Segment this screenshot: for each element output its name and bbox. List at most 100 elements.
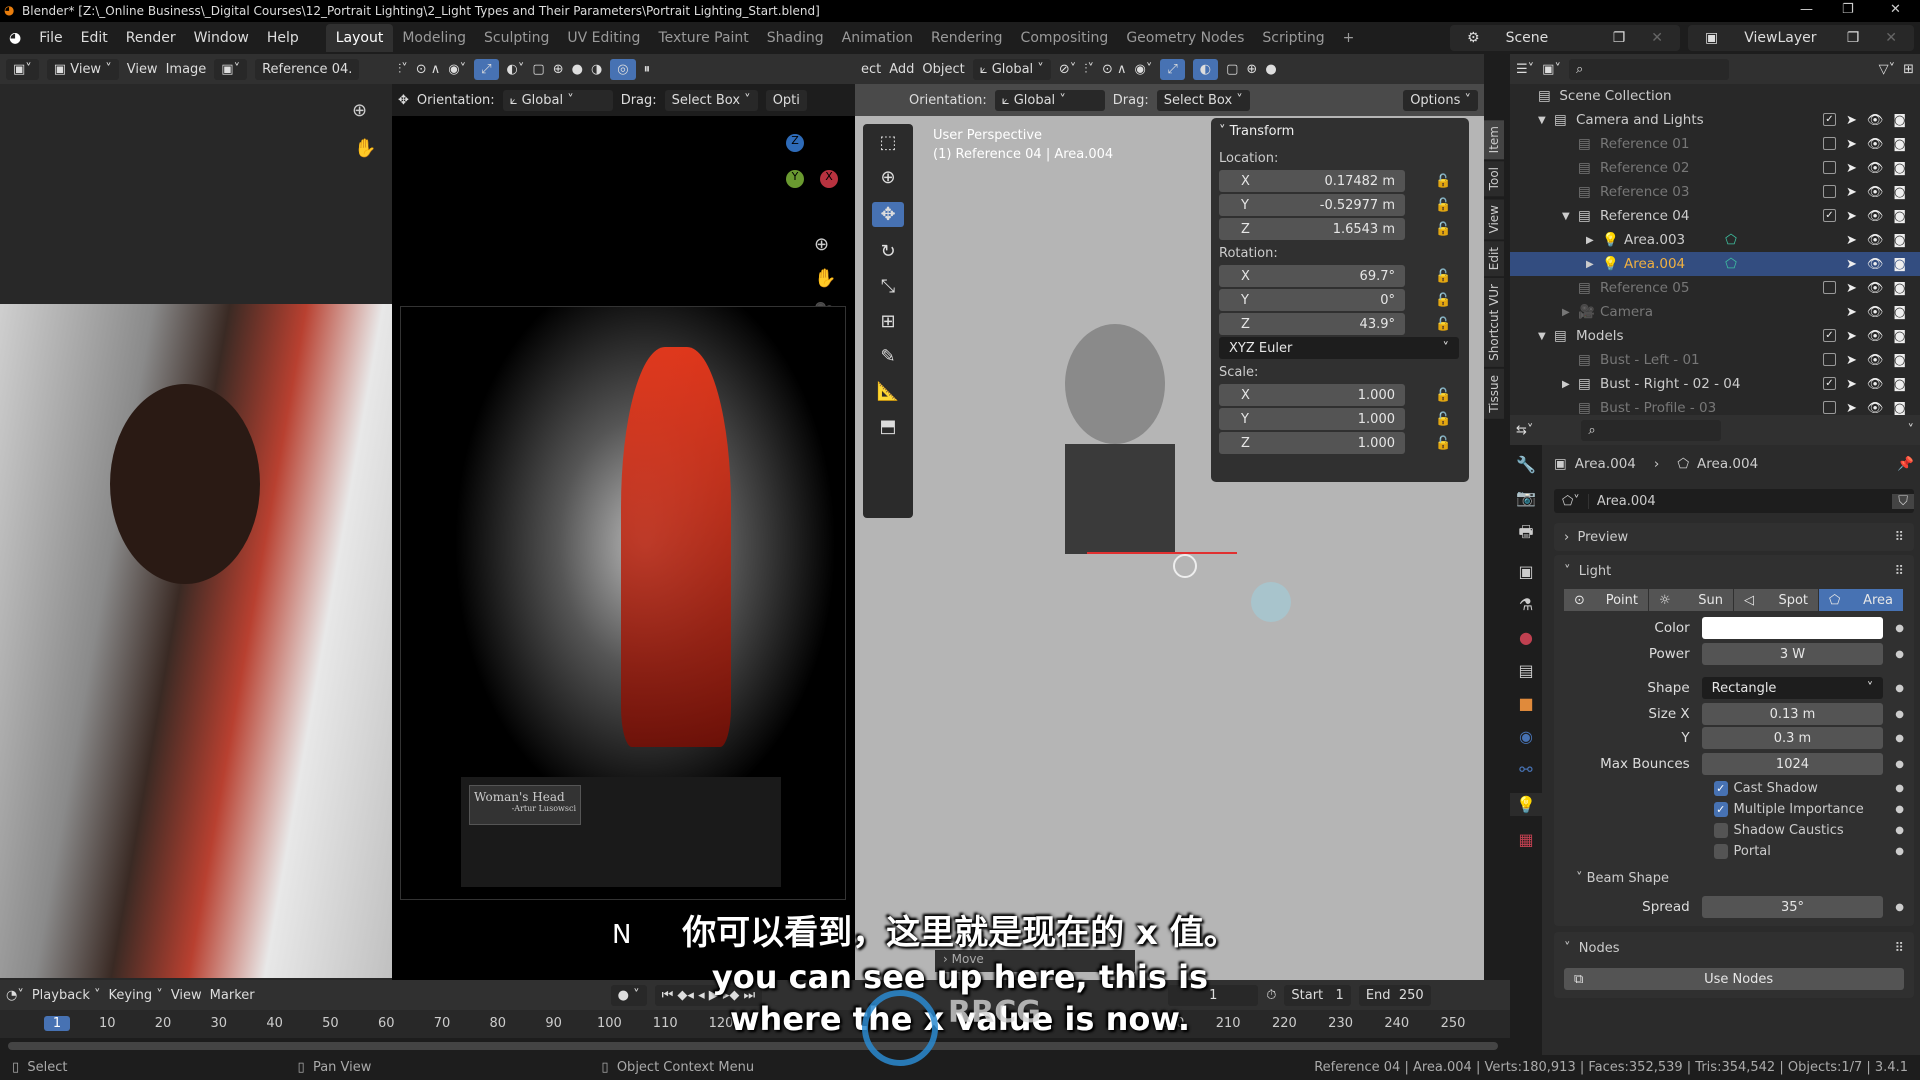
outliner-item[interactable]: ▼ ▤ Reference 04 ✓ ➤ 👁 ◙ — [1510, 204, 1920, 228]
checkbox-row[interactable]: ✓ Cast Shadow ● — [1564, 781, 1904, 796]
light-origin[interactable] — [1173, 554, 1197, 578]
rotation-mode-dropdown[interactable]: XYZ Euler ˅ — [1219, 337, 1459, 359]
image-browse-button[interactable]: ▣˅ — [214, 58, 248, 80]
options-dropdown-icon[interactable]: ˅ — [1908, 423, 1915, 438]
nodes-panel-header[interactable]: ˅ Nodes ⠿ — [1564, 936, 1904, 960]
lock-icon[interactable]: 🔓 — [1435, 222, 1451, 237]
output-tab-icon[interactable]: 🖶 — [1518, 521, 1533, 548]
render-camera-icon[interactable]: ◙ — [1893, 113, 1906, 128]
menu-marker[interactable]: Marker — [210, 988, 255, 1003]
menu-playback[interactable]: Playback ˅ — [32, 988, 101, 1003]
checkbox-row[interactable]: Portal ● — [1564, 844, 1904, 859]
selectable-icon[interactable]: ➤ — [1846, 401, 1857, 416]
selectable-icon[interactable]: ➤ — [1846, 257, 1857, 272]
eye-icon[interactable]: 👁 — [1867, 377, 1884, 392]
light-data-tab-icon[interactable]: 💡 — [1510, 793, 1542, 816]
menu-help[interactable]: Help — [258, 30, 308, 46]
tab-sculpting[interactable]: Sculpting — [475, 30, 558, 46]
tab-geometry-nodes[interactable]: Geometry Nodes — [1117, 30, 1253, 46]
tab-rendering[interactable]: Rendering — [922, 30, 1012, 46]
move-tool-icon[interactable]: ✥ — [872, 202, 904, 227]
lock-icon[interactable]: 🔓 — [1435, 317, 1451, 332]
exclude-checkbox[interactable] — [1822, 184, 1836, 198]
render-camera-icon[interactable]: ◙ — [1893, 305, 1906, 320]
transform-tool-icon[interactable]: ⊞ — [880, 311, 895, 332]
eye-icon[interactable]: 👁 — [1867, 161, 1884, 176]
physics-tab-icon[interactable]: ◉ — [1519, 727, 1533, 746]
checkbox[interactable]: ✓ — [1714, 802, 1728, 817]
properties-search[interactable]: ⌕ — [1581, 419, 1722, 441]
eye-icon[interactable]: 👁 — [1867, 353, 1884, 368]
x-axis-arrow[interactable] — [1087, 552, 1237, 554]
view-layer-tab-icon[interactable]: ▣ — [1518, 562, 1533, 581]
new-view-layer-icon[interactable]: ❐ — [1838, 30, 1869, 46]
scene-tab-icon[interactable]: ⚗ — [1519, 595, 1533, 614]
render-camera-icon[interactable]: ◙ — [1893, 377, 1906, 392]
menu-object[interactable]: Object — [922, 62, 964, 77]
outliner-item[interactable]: ▼ ▤ Models ✓ ➤ 👁 ◙ — [1510, 324, 1920, 348]
exclude-checkbox[interactable] — [1822, 400, 1836, 414]
xray-icon[interactable]: ▢ — [1226, 62, 1238, 77]
eye-icon[interactable]: 👁 — [1867, 233, 1884, 248]
selectable-icon[interactable]: ➤ — [1846, 137, 1857, 152]
selectable-icon[interactable]: ➤ — [1846, 185, 1857, 200]
drag-dropdown[interactable]: Select Box ˅ — [664, 89, 758, 111]
editor-type-button[interactable]: ▣˅ — [6, 58, 39, 80]
spread-field[interactable]: 35° — [1701, 896, 1884, 918]
fake-user-icon[interactable]: ⛉ — [1892, 493, 1914, 509]
rotation-z-field[interactable]: Z 43.9° — [1219, 313, 1405, 335]
exclude-checkbox[interactable] — [1822, 280, 1836, 294]
preview-panel-header[interactable]: › Preview ⠿ — [1554, 523, 1914, 551]
selectable-icon[interactable]: ➤ — [1846, 281, 1857, 296]
options-dropdown[interactable]: Opti — [765, 89, 807, 111]
tab-view[interactable]: View — [1484, 198, 1504, 240]
render-camera-icon[interactable]: ◙ — [1893, 281, 1906, 296]
checkbox-row[interactable]: Shadow Caustics ● — [1564, 823, 1904, 838]
render-camera-icon[interactable]: ◙ — [1893, 353, 1906, 368]
shading-rendered-icon[interactable]: ◎ — [610, 58, 636, 80]
selectable-icon[interactable]: ➤ — [1846, 161, 1857, 176]
display-mode-button[interactable]: ▣˅ — [1542, 62, 1561, 77]
exclude-checkbox[interactable]: ✓ — [1822, 208, 1836, 222]
visibility-icon[interactable]: ◉˅ — [448, 62, 466, 77]
exclude-checkbox[interactable]: ✓ — [1822, 112, 1836, 126]
xray-icon[interactable]: ▢ — [532, 62, 544, 77]
tab-tissue[interactable]: Tissue — [1484, 369, 1504, 420]
selectable-icon[interactable]: ➤ — [1846, 329, 1857, 344]
editor-type-button[interactable]: ◔˅ — [6, 988, 24, 1003]
options-dropdown[interactable]: Options ˅ — [1403, 89, 1478, 111]
exclude-checkbox[interactable]: ✓ — [1822, 376, 1836, 390]
tab-shading[interactable]: Shading — [758, 30, 833, 46]
render-camera-icon[interactable]: ◙ — [1893, 329, 1906, 344]
annotate-tool-icon[interactable]: ✎ — [880, 346, 895, 367]
checkbox[interactable]: ✓ — [1714, 781, 1728, 796]
outliner-item[interactable]: ▤ Reference 03 ➤ 👁 ◙ — [1510, 180, 1920, 204]
outliner-item[interactable]: ▤ Bust - Left - 01 ➤ 👁 ◙ — [1510, 348, 1920, 372]
end-frame-field[interactable]: End 250 — [1358, 984, 1431, 1006]
gizmo-toggle[interactable]: ⤢ — [474, 58, 499, 80]
lock-icon[interactable]: 🔓 — [1435, 174, 1451, 189]
overlay-icon[interactable]: ◐˅ — [507, 62, 525, 77]
zoom-icon[interactable]: ⊕ — [352, 100, 367, 121]
eye-icon[interactable]: 👁 — [1867, 257, 1884, 272]
scale-x-field[interactable]: X 1.000 — [1219, 384, 1405, 406]
outliner-item[interactable]: ▤ Reference 02 ➤ 👁 ◙ — [1510, 156, 1920, 180]
collection-tab-icon[interactable]: ▤ — [1518, 661, 1533, 680]
transform-panel-header[interactable]: ˅ Transform — [1219, 124, 1461, 139]
shape-dropdown[interactable]: Rectangle ˅ — [1701, 677, 1884, 699]
rotation-y-field[interactable]: Y 0° — [1219, 289, 1405, 311]
tab-item[interactable]: Item — [1484, 120, 1504, 160]
editor-type-button[interactable]: ☰˅ — [1516, 62, 1534, 77]
rotate-tool-icon[interactable]: ↻ — [880, 241, 895, 262]
collapse-arrow-icon[interactable]: ▶ — [1562, 379, 1578, 390]
render-camera-icon[interactable]: ◙ — [1893, 401, 1906, 416]
collapse-arrow-icon[interactable]: ▶ — [1586, 259, 1602, 270]
eye-icon[interactable]: 👁 — [1867, 137, 1884, 152]
gizmo-toggle[interactable]: ⤢ — [1160, 58, 1185, 80]
object-tab-icon[interactable]: ■ — [1518, 694, 1533, 713]
rotation-x-field[interactable]: X 69.7° — [1219, 265, 1405, 287]
snap-icon[interactable]: ⫶˅ — [1084, 62, 1094, 77]
exclude-checkbox[interactable] — [1822, 352, 1836, 366]
menu-add[interactable]: Add — [889, 62, 914, 77]
shading-solid-icon[interactable]: ● — [572, 62, 583, 77]
